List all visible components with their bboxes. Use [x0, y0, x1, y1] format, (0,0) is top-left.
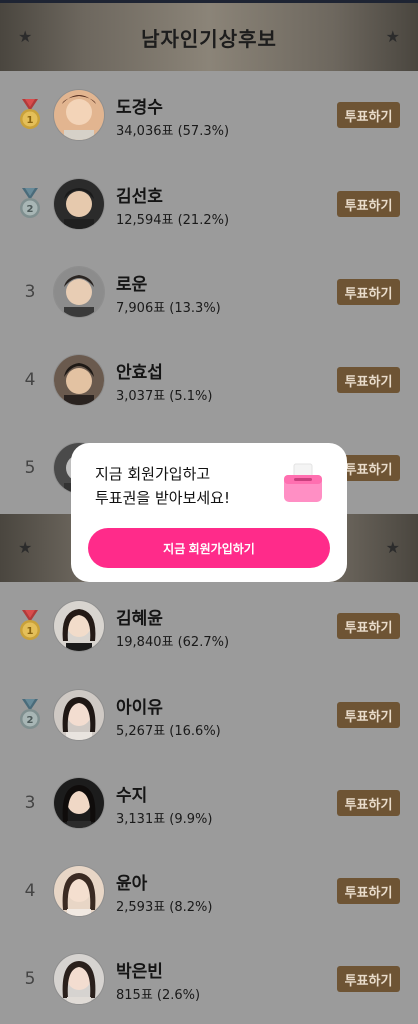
vote-button[interactable]: 투표하기	[337, 878, 400, 904]
candidate-row: 1 김혜윤 19,840표 (62.7%) 투표하기	[0, 582, 418, 670]
star-icon: ★	[385, 27, 400, 46]
rank-number: 3	[24, 282, 36, 302]
avatar	[54, 90, 104, 140]
svg-text:2: 2	[27, 715, 34, 726]
svg-text:1: 1	[27, 626, 34, 637]
svg-text:2: 2	[27, 204, 34, 215]
candidate-row: 4 안효섭 3,037표 (5.1%) 투표하기	[0, 336, 418, 424]
vote-count: 19,840표 (62.7%)	[116, 635, 230, 650]
vote-count: 3,037표 (5.1%)	[116, 389, 213, 404]
signup-popup: 지금 회원가입하고 투표권을 받아보세요! 지금 회원가입하기	[71, 443, 347, 582]
candidate-row: 1 도경수 34,036표 (57.3%) 투표하기	[0, 71, 418, 159]
candidate-name: 안효섭	[116, 363, 163, 383]
star-icon: ★	[385, 538, 400, 557]
candidate-name: 수지	[116, 786, 148, 806]
avatar	[54, 778, 104, 828]
vote-button[interactable]: 투표하기	[337, 102, 400, 128]
vote-button[interactable]: 투표하기	[337, 702, 400, 728]
silver-medal-icon: 2	[14, 697, 46, 733]
popup-message-line1: 지금 회원가입하고	[95, 465, 211, 483]
section-title: 남자인기상후보	[141, 26, 277, 51]
candidate-row: 4 윤아 2,593표 (8.2%) 투표하기	[0, 847, 418, 935]
star-icon: ★	[18, 538, 33, 557]
avatar	[54, 866, 104, 916]
rank-number: 4	[24, 370, 36, 390]
candidate-row: 2 아이유 5,267표 (16.6%) 투표하기	[0, 671, 418, 759]
candidate-name: 김혜윤	[116, 609, 163, 629]
vote-count: 815표 (2.6%)	[116, 988, 201, 1003]
signup-button[interactable]: 지금 회원가입하기	[88, 528, 330, 568]
avatar	[54, 179, 104, 229]
rank-number: 3	[24, 793, 36, 813]
rank-number: 5	[24, 969, 36, 989]
vote-count: 2,593표 (8.2%)	[116, 900, 213, 915]
vote-button[interactable]: 투표하기	[337, 279, 400, 305]
vote-count: 7,906표 (13.3%)	[116, 301, 221, 316]
ballot-box-icon	[281, 461, 325, 509]
vote-count: 5,267표 (16.6%)	[116, 724, 221, 739]
vote-button[interactable]: 투표하기	[337, 191, 400, 217]
candidate-name: 로운	[116, 275, 148, 295]
vote-count: 12,594표 (21.2%)	[116, 213, 230, 228]
rank-number: 4	[24, 881, 36, 901]
candidate-name: 박은빈	[116, 962, 163, 982]
popup-message-line2: 투표권을 받아보세요!	[95, 489, 230, 507]
candidate-name: 김선호	[116, 187, 163, 207]
vote-count: 3,131표 (9.9%)	[116, 812, 213, 827]
avatar	[54, 601, 104, 651]
svg-text:1: 1	[27, 115, 34, 126]
rank-number: 5	[24, 458, 36, 478]
candidate-row: 5 박은빈 815표 (2.6%) 투표하기	[0, 935, 418, 1023]
star-icon: ★	[18, 27, 33, 46]
avatar	[54, 355, 104, 405]
vote-button[interactable]: 투표하기	[337, 367, 400, 393]
section-header-male: ★ 남자인기상후보 ★	[0, 3, 418, 71]
vote-count: 34,036표 (57.3%)	[116, 124, 230, 139]
candidate-row: 3 수지 3,131표 (9.9%) 투표하기	[0, 759, 418, 847]
silver-medal-icon: 2	[14, 186, 46, 222]
vote-button[interactable]: 투표하기	[337, 966, 400, 992]
vote-button[interactable]: 투표하기	[337, 613, 400, 639]
gold-medal-icon: 1	[14, 608, 46, 644]
candidate-name: 도경수	[116, 98, 163, 118]
candidate-name: 아이유	[116, 698, 163, 718]
gold-medal-icon: 1	[14, 97, 46, 133]
vote-button[interactable]: 투표하기	[337, 790, 400, 816]
avatar	[54, 954, 104, 1004]
candidate-row: 2 김선호 12,594표 (21.2%) 투표하기	[0, 160, 418, 248]
candidate-name: 윤아	[116, 874, 148, 894]
avatar	[54, 267, 104, 317]
avatar	[54, 690, 104, 740]
candidate-row: 3 로운 7,906표 (13.3%) 투표하기	[0, 248, 418, 336]
